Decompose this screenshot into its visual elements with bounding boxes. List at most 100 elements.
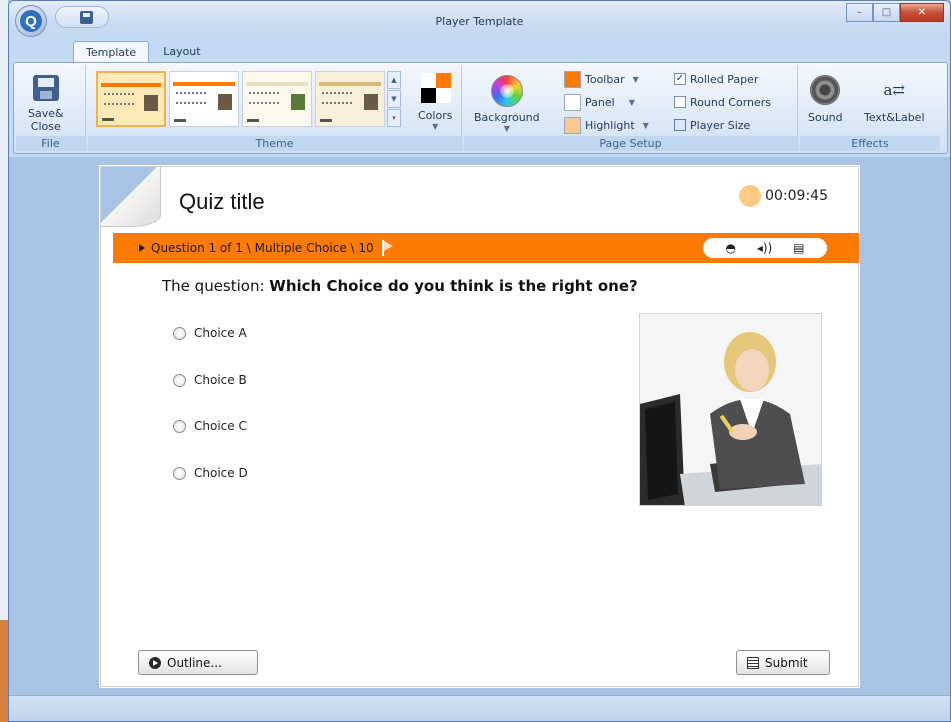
panel-swatch [564,93,581,111]
rolled-paper-check-icon: ✓ [674,73,686,85]
colors-dropdown-icon: ▼ [432,122,439,131]
floppy-icon [32,75,59,101]
text-label-label: Text&Label [864,111,925,124]
page-curl-fold [101,167,161,227]
question-tools: ◓ ◂)) ▤ [703,238,827,258]
text-label-button[interactable]: a⇄ Text&Label [864,75,925,124]
maximize-icon[interactable]: □ [873,3,900,22]
question-body: Which Choice do you think is the right o… [269,277,638,295]
theme-thumbnail[interactable] [315,71,385,127]
choice-option[interactable]: Choice C [173,419,247,433]
background-dropdown-icon: ▼ [503,124,510,133]
tab-template[interactable]: Template [73,41,150,62]
toolbar-label: Toolbar [585,72,625,86]
woman-at-computer-photo [640,314,821,505]
timer-icon [739,185,762,207]
save-close-line2: Close [30,120,61,133]
panel-label: Panel [585,95,615,109]
question-info: Question 1 of 1 \ Multiple Choice \ 10 [151,241,374,255]
radio-button[interactable] [173,419,186,433]
choice-label: Choice A [194,326,247,340]
player-size-label: Player Size [690,118,751,132]
submit-button[interactable]: Submit [736,650,830,675]
highlight-swatch [564,116,581,134]
ribbon-tabs: Template Layout [73,41,213,62]
choice-option[interactable]: Choice D [173,466,248,480]
background-label: Background [474,111,540,124]
theme-gallery [96,71,385,127]
theme-group: ▲ ▼ ▾ Colors ▼ Theme [88,65,462,151]
file-group: Save& Close File [16,65,86,151]
scroll-down-icon[interactable]: ▼ [387,90,401,108]
close-icon[interactable]: ✕ [900,3,944,22]
highlight-dropdown-icon: ▼ [642,120,649,130]
outline-button[interactable]: Outline... [138,650,258,675]
window-controls: – □ ✕ [846,3,944,22]
question-bar: Question 1 of 1 \ Multiple Choice \ 10 ◓… [113,233,859,263]
status-bar [9,695,950,721]
file-group-label: File [16,136,85,151]
submit-label: Submit [765,655,808,670]
theme-gallery-scroller: ▲ ▼ ▾ [387,71,401,127]
choice-option[interactable]: Choice A [173,326,247,340]
choice-label: Choice D [194,466,248,480]
theme-thumbnail[interactable] [242,71,312,127]
speaker-icon [810,75,841,105]
sound-label: Sound [808,111,843,124]
radio-button[interactable] [173,373,186,387]
text-label-icon: a⇄ [883,81,905,99]
question-arrow-icon [139,244,145,252]
rolled-paper-checkbox[interactable]: ✓ Rolled Paper [674,70,758,88]
radio-button[interactable] [173,326,186,340]
page-setup-group: Background ▼ Toolbar ▼ Panel ▼ Highlight… [464,65,798,151]
effects-group: Sound a⇄ Text&Label Effects [800,65,940,151]
audio-icon[interactable]: ◂)) [757,241,772,255]
choice-label: Choice C [194,419,247,433]
question-text: The question: Which Choice do you think … [162,277,638,295]
save-close-line1: Save& [28,107,64,120]
player-size-icon [674,119,686,131]
attachment-icon[interactable]: ◓ [725,241,735,255]
theme-thumbnail[interactable] [169,71,239,127]
highlight-label: Highlight [585,118,635,132]
toolbar-swatch [564,70,581,88]
color-wheel-icon [490,75,523,107]
theme-group-label: Theme [88,136,461,151]
play-icon [149,656,161,669]
effects-group-label: Effects [800,136,940,151]
round-corners-checkbox[interactable]: Round Corners [674,93,771,111]
colors-label: Colors [418,109,453,122]
minimize-icon[interactable]: – [846,3,873,22]
window-title: Player Template [435,15,524,28]
gallery-expand-icon[interactable]: ▾ [387,109,401,127]
scroll-up-icon[interactable]: ▲ [387,71,401,89]
rolled-paper-label: Rolled Paper [690,72,759,86]
question-prefix: The question: [162,277,270,295]
panel-color-button[interactable]: Panel ▼ [564,93,635,111]
outline-label: Outline... [167,655,222,670]
player-size-button[interactable]: Player Size [674,116,750,134]
print-icon[interactable]: ▤ [793,241,804,255]
save-close-button[interactable]: Save& Close [28,75,64,133]
highlight-color-button[interactable]: Highlight ▼ [564,116,649,134]
flag-icon[interactable] [381,240,393,256]
colors-button[interactable]: Colors ▼ [418,109,452,131]
tab-layout[interactable]: Layout [151,41,212,62]
toolbar-color-button[interactable]: Toolbar ▼ [564,70,639,88]
radio-button[interactable] [173,466,186,480]
round-corners-check-icon [674,96,686,108]
choice-option[interactable]: Choice B [173,373,247,387]
colors-icon[interactable] [421,73,451,103]
title-bar: Q Player Template – □ ✕ [9,1,950,37]
left-window-edge [0,0,8,620]
ribbon: Save& Close File ▲ ▼ ▾ Colors ▼ Theme Ba… [13,62,948,154]
background-button[interactable]: Background ▼ [474,75,540,133]
sound-button[interactable]: Sound [808,75,843,124]
choice-label: Choice B [194,373,247,387]
panel-dropdown-icon: ▼ [628,97,635,107]
quiz-page: Quiz title 00:09:45 Question 1 of 1 \ Mu… [100,166,859,687]
toolbar-dropdown-icon: ▼ [632,74,639,84]
list-icon [747,656,759,669]
theme-thumbnail[interactable] [96,71,166,127]
page-setup-group-label: Page Setup [464,136,797,151]
